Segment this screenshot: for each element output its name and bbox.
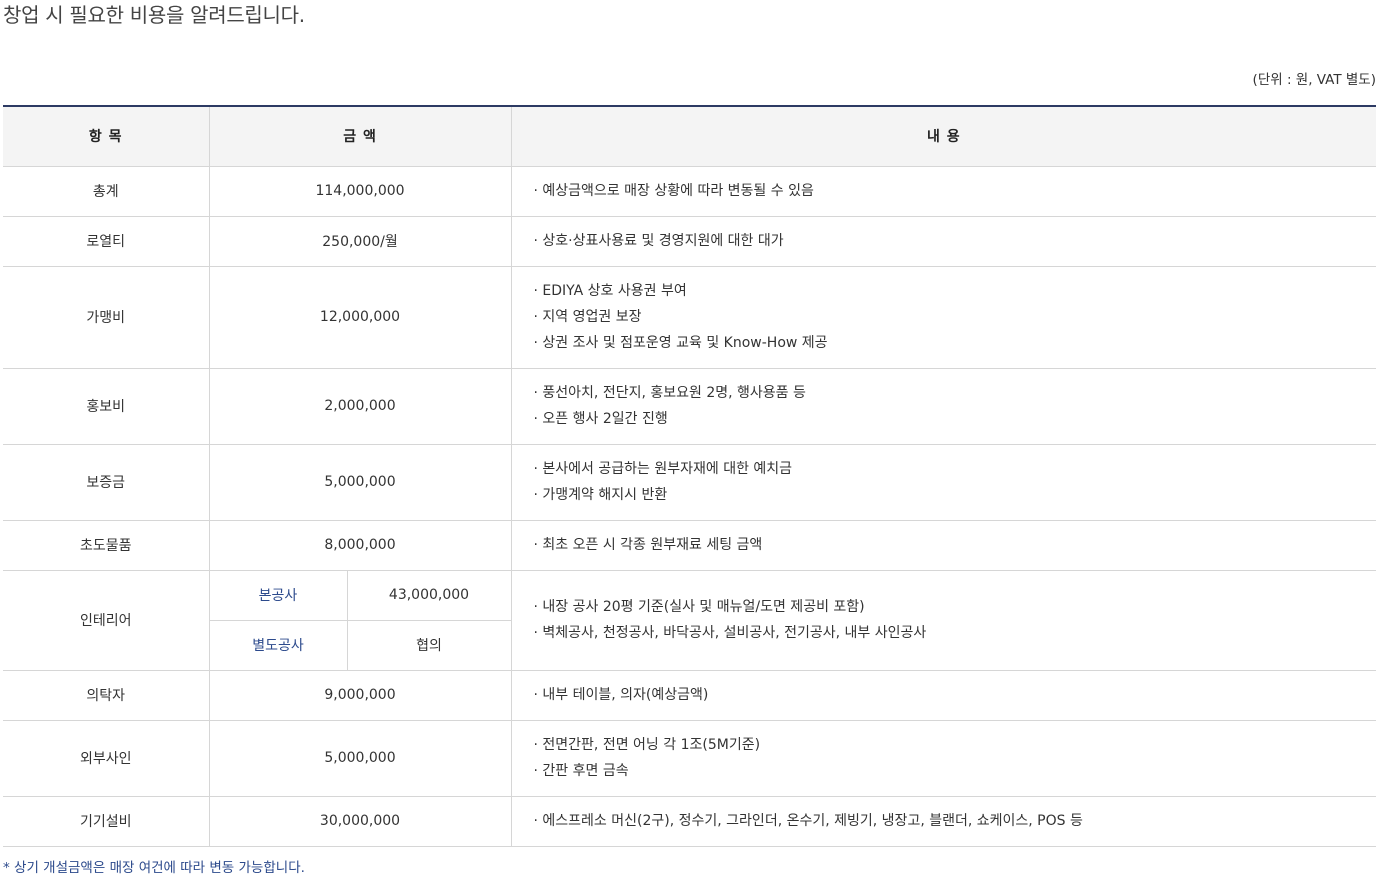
page: 창업 시 필요한 비용을 알려드립니다. (단위 : 원, VAT 별도) 항 …	[0, 0, 1380, 883]
description-line: · 본사에서 공급하는 원부자재에 대한 예치금	[533, 461, 793, 477]
table-row: 홍보비 2,000,000 · 풍선아치, 전단지, 홍보요원 2명, 행사용품 등…	[3, 368, 1377, 445]
row-description: · 내장 공사 20평 기준(실사 및 매뉴얼/도면 제공비 포함) · 벽체공사…	[510, 570, 1377, 671]
description-line: · 벽체공사, 천정공사, 바닥공사, 설비공사, 전기공사, 내부 사인공사	[533, 625, 927, 641]
sub-item-amount: 협의	[346, 620, 512, 671]
row-description: · 최초 오픈 시 각종 원부재료 세팅 금액	[510, 520, 1377, 571]
header-amount: 금 액	[208, 106, 512, 167]
row-item: 외부사인	[3, 720, 209, 797]
row-description: · 풍선아치, 전단지, 홍보요원 2명, 행사용품 등 · 오픈 행사 2일간 …	[510, 368, 1377, 445]
row-description: · 상호·상표사용료 및 경영지원에 대한 대가	[510, 216, 1377, 267]
table-row: 기기설비 30,000,000 · 에스프레소 머신(2구), 정수기, 그라인더,…	[3, 796, 1377, 847]
row-item: 가맹비	[3, 266, 209, 369]
row-item: 기기설비	[3, 796, 209, 847]
row-item: 초도물품	[3, 520, 209, 571]
table-body: 총계 114,000,000 · 예상금액으로 매장 상황에 따라 변동될 수 있음…	[3, 166, 1377, 847]
footnote: * 상기 개설금액은 매장 여건에 따라 변동 가능합니다.	[3, 860, 305, 876]
row-amount: 250,000/월	[208, 216, 512, 267]
description-line: · EDIYA 상호 사용권 부여	[533, 283, 687, 299]
table-row: 보증금 5,000,000 · 본사에서 공급하는 원부자재에 대한 예치금 · 가맹…	[3, 444, 1377, 521]
description-line: · 지역 영업권 보장	[533, 309, 642, 325]
row-description: · 전면간판, 전면 어닝 각 1조(5M기준) · 간판 후면 금속	[510, 720, 1377, 797]
description-line: · 상권 조사 및 점포운영 교육 및 Know-How 제공	[533, 335, 828, 351]
description-line: · 에스프레소 머신(2구), 정수기, 그라인더, 온수기, 제빙기, 냉장고…	[533, 813, 1083, 829]
header-item: 항 목	[3, 106, 209, 167]
row-amount: 5,000,000	[208, 444, 512, 521]
table-row: 의탁자 9,000,000 · 내부 테이블, 의자(예상금액)	[3, 670, 1377, 721]
header-desc: 내 용	[510, 106, 1377, 167]
row-item: 인테리어	[3, 570, 209, 671]
row-item: 로열티	[3, 216, 209, 267]
unit-note: (단위 : 원, VAT 별도)	[1252, 72, 1376, 88]
startup-cost-table: 항 목 금 액 내 용 총계 114,000,000 · 예상금액으로 매장 상황에…	[3, 105, 1377, 847]
sub-item-amount: 43,000,000	[346, 570, 512, 621]
sub-item-label: 별도공사	[208, 620, 347, 671]
row-amount: 8,000,000	[208, 520, 512, 571]
description-line: · 내부 테이블, 의자(예상금액)	[533, 687, 709, 703]
table-header-row: 항 목 금 액 내 용	[3, 106, 1377, 167]
description-line: · 오픈 행사 2일간 진행	[533, 411, 668, 427]
table-row: 가맹비 12,000,000 · EDIYA 상호 사용권 부여 · 지역 영업권 보…	[3, 266, 1377, 369]
sub-item-label: 본공사	[208, 570, 347, 621]
row-amount: 2,000,000	[208, 368, 512, 445]
description-line: · 간판 후면 금속	[533, 763, 629, 779]
intro-heading: 창업 시 필요한 비용을 알려드립니다.	[3, 3, 305, 27]
table-row: 인테리어 본공사 43,000,000 · 내장 공사 20평 기준(실사 및 매뉴얼…	[3, 570, 1377, 671]
row-description: · 예상금액으로 매장 상황에 따라 변동될 수 있음	[510, 166, 1377, 217]
row-amount: 30,000,000	[208, 796, 512, 847]
row-item: 홍보비	[3, 368, 209, 445]
description-line: · 가맹계약 해지시 반환	[533, 487, 668, 503]
row-amount: 12,000,000	[208, 266, 512, 369]
table-row: 외부사인 5,000,000 · 전면간판, 전면 어닝 각 1조(5M기준) · 간…	[3, 720, 1377, 797]
row-item: 의탁자	[3, 670, 209, 721]
row-item: 총계	[3, 166, 209, 217]
row-description: · EDIYA 상호 사용권 부여 · 지역 영업권 보장 · 상권 조사 및 점포…	[510, 266, 1377, 369]
description-line: · 전면간판, 전면 어닝 각 1조(5M기준)	[533, 737, 761, 753]
table-row: 로열티 250,000/월 · 상호·상표사용료 및 경영지원에 대한 대가	[3, 216, 1377, 267]
description-line: · 예상금액으로 매장 상황에 따라 변동될 수 있음	[533, 183, 814, 199]
row-description: · 내부 테이블, 의자(예상금액)	[510, 670, 1377, 721]
row-amount: 114,000,000	[208, 166, 512, 217]
description-line: · 풍선아치, 전단지, 홍보요원 2명, 행사용품 등	[533, 385, 806, 401]
description-line: · 최초 오픈 시 각종 원부재료 세팅 금액	[533, 537, 763, 553]
row-description: · 본사에서 공급하는 원부자재에 대한 예치금 · 가맹계약 해지시 반환	[510, 444, 1377, 521]
description-line: · 상호·상표사용료 및 경영지원에 대한 대가	[533, 233, 784, 249]
row-item: 보증금	[3, 444, 209, 521]
table-row: 초도물품 8,000,000 · 최초 오픈 시 각종 원부재료 세팅 금액	[3, 520, 1377, 571]
row-amount: 5,000,000	[208, 720, 512, 797]
table-row: 총계 114,000,000 · 예상금액으로 매장 상황에 따라 변동될 수 있음	[3, 166, 1377, 217]
row-description: · 에스프레소 머신(2구), 정수기, 그라인더, 온수기, 제빙기, 냉장고…	[510, 796, 1377, 847]
row-amount: 9,000,000	[208, 670, 512, 721]
description-line: · 내장 공사 20평 기준(실사 및 매뉴얼/도면 제공비 포함)	[533, 599, 865, 615]
